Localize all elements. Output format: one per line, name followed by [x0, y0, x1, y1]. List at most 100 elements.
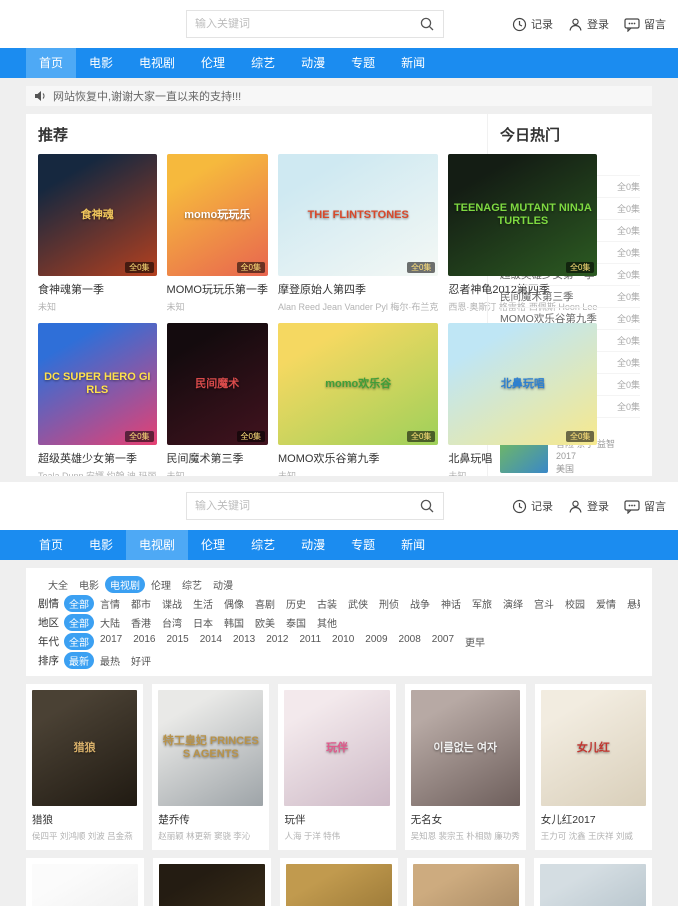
filter-chip[interactable]: 2011 [295, 633, 327, 650]
video-poster[interactable]: momo欢乐谷 全0集 [278, 323, 438, 445]
filter-chip[interactable]: 2014 [195, 633, 227, 650]
filter-chip[interactable]: 更早 [460, 633, 490, 650]
filter-chip[interactable]: 武侠 [343, 595, 373, 612]
tv-poster[interactable]: 女管家 [159, 864, 265, 906]
tv-title[interactable]: 楚乔传 [158, 812, 263, 827]
video-title[interactable]: 摩登原始人第四季 [278, 281, 438, 297]
filter-chip[interactable]: 电影 [74, 576, 104, 593]
video-poster[interactable]: 北鼻玩唱 全0集 [448, 323, 597, 445]
nav-item[interactable]: 新闻 [388, 48, 438, 78]
tv-title[interactable]: 猎狼 [32, 812, 137, 827]
video-card[interactable]: 民间魔术 全0集 民间魔术第三季 未知 [167, 323, 268, 476]
filter-chip[interactable]: 日本 [188, 614, 218, 631]
video-poster[interactable]: DC SUPER HERO GIRLS 全0集 [38, 323, 157, 445]
filter-chip[interactable]: 言情 [95, 595, 125, 612]
filter-chip[interactable]: 泰国 [281, 614, 311, 631]
filter-chip[interactable]: 2012 [261, 633, 293, 650]
filter-chip[interactable]: 神话 [436, 595, 466, 612]
tv-card[interactable]: DOWNWARD DOG [534, 858, 652, 906]
tv-card[interactable]: 女管家 [153, 858, 271, 906]
nav-item[interactable]: 电视剧 [126, 530, 188, 560]
filter-chip[interactable]: 韩国 [219, 614, 249, 631]
video-poster[interactable]: 食神魂 全0集 [38, 154, 157, 276]
tv-card[interactable]: 女儿红 女儿红2017 王力可 沈鑫 王庆祥 刘威 [535, 684, 652, 850]
filter-chip[interactable]: 都市 [126, 595, 156, 612]
filter-chip[interactable]: 校园 [560, 595, 590, 612]
filter-chip[interactable]: 演绎 [498, 595, 528, 612]
nav-item[interactable]: 伦理 [188, 530, 238, 560]
feedback-button[interactable]: 留言 [624, 16, 666, 32]
filter-chip[interactable]: 悬疑 [622, 595, 640, 612]
tv-card[interactable] [280, 858, 398, 906]
video-title[interactable]: 超级英雄少女第一季 [38, 450, 157, 466]
video-poster[interactable]: THE FLINTSTONES 全0集 [278, 154, 438, 276]
history-button[interactable]: 记录 [512, 16, 553, 32]
video-card[interactable]: 食神魂 全0集 食神魂第一季 未知 [38, 154, 157, 313]
tv-poster[interactable]: 特工皇妃 PRINCESS AGENTS [158, 690, 263, 806]
filter-chip[interactable]: 2013 [228, 633, 260, 650]
filter-chip[interactable]: 大全 [43, 576, 73, 593]
login-button[interactable]: 登录 [568, 498, 609, 514]
video-card[interactable]: THE FLINTSTONES 全0集 摩登原始人第四季 Alan Reed J… [278, 154, 438, 313]
nav-item[interactable]: 动漫 [288, 48, 338, 78]
search-input-2[interactable] [195, 500, 419, 512]
nav-item[interactable]: 首页 [26, 530, 76, 560]
video-title[interactable]: MOMO玩玩乐第一季 [167, 281, 268, 297]
filter-chip[interactable]: 2010 [327, 633, 359, 650]
nav-item[interactable]: 伦理 [188, 48, 238, 78]
hot-item-title[interactable]: 民间魔术第三季 [500, 289, 574, 304]
filter-chip[interactable]: 全部 [64, 614, 94, 631]
tv-title[interactable]: 女儿红2017 [541, 812, 646, 827]
filter-chip[interactable]: 谍战 [157, 595, 187, 612]
filter-chip[interactable]: 历史 [281, 595, 311, 612]
tv-card[interactable]: 이름없는 여자 无名女 吴知恩 裴宗玉 朴相勋 廉功秀 [405, 684, 526, 850]
filter-chip[interactable]: 军旅 [467, 595, 497, 612]
tv-poster[interactable] [413, 864, 519, 906]
video-title[interactable]: MOMO欢乐谷第九季 [278, 450, 438, 466]
video-title[interactable]: 民间魔术第三季 [167, 450, 268, 466]
filter-chip[interactable]: 全部 [64, 633, 94, 650]
search-icon[interactable] [419, 498, 435, 514]
nav-item[interactable]: 电影 [76, 48, 126, 78]
search-box[interactable] [186, 10, 444, 38]
filter-chip[interactable]: 2007 [427, 633, 459, 650]
filter-chip[interactable]: 好评 [126, 652, 156, 669]
tv-card[interactable]: 猎狼 猎狼 侯四平 刘鸿顺 刘波 吕金燕 [26, 684, 143, 850]
tv-poster[interactable] [32, 864, 138, 906]
tv-poster[interactable]: 玩伴 [284, 690, 389, 806]
tv-card[interactable] [407, 858, 525, 906]
filter-chip[interactable]: 动漫 [208, 576, 238, 593]
nav-item[interactable]: 专题 [338, 48, 388, 78]
tv-poster[interactable] [286, 864, 392, 906]
filter-chip[interactable]: 偶像 [219, 595, 249, 612]
search-input[interactable] [195, 18, 419, 30]
filter-chip[interactable]: 全部 [64, 595, 94, 612]
nav-item[interactable]: 专题 [338, 530, 388, 560]
search-icon[interactable] [419, 16, 435, 32]
filter-chip[interactable]: 大陆 [95, 614, 125, 631]
filter-chip[interactable]: 古装 [312, 595, 342, 612]
search-box-2[interactable] [186, 492, 444, 520]
tv-card[interactable] [26, 858, 144, 906]
filter-chip[interactable]: 其他 [312, 614, 342, 631]
filter-chip[interactable]: 刑侦 [374, 595, 404, 612]
filter-chip[interactable]: 香港 [126, 614, 156, 631]
filter-chip[interactable]: 爱情 [591, 595, 621, 612]
nav-item[interactable]: 首页 [26, 48, 76, 78]
tv-title[interactable]: 无名女 [411, 812, 520, 827]
tv-title[interactable]: 玩伴 [284, 812, 389, 827]
nav-item[interactable]: 电视剧 [126, 48, 188, 78]
nav-item[interactable]: 电影 [76, 530, 126, 560]
filter-chip[interactable]: 电视剧 [105, 576, 145, 593]
filter-chip[interactable]: 2017 [95, 633, 127, 650]
video-poster[interactable]: 民间魔术 全0集 [167, 323, 268, 445]
filter-chip[interactable]: 最热 [95, 652, 125, 669]
nav-item[interactable]: 综艺 [238, 530, 288, 560]
video-card[interactable]: momo玩玩乐 全0集 MOMO玩玩乐第一季 未知 [167, 154, 268, 313]
filter-chip[interactable]: 2016 [128, 633, 160, 650]
feedback-button[interactable]: 留言 [624, 498, 666, 514]
filter-chip[interactable]: 2015 [162, 633, 194, 650]
tv-poster[interactable]: 猎狼 [32, 690, 137, 806]
filter-chip[interactable]: 欧美 [250, 614, 280, 631]
tv-card[interactable]: 特工皇妃 PRINCESS AGENTS 楚乔传 赵丽颖 林更新 窦骁 李沁 [152, 684, 269, 850]
